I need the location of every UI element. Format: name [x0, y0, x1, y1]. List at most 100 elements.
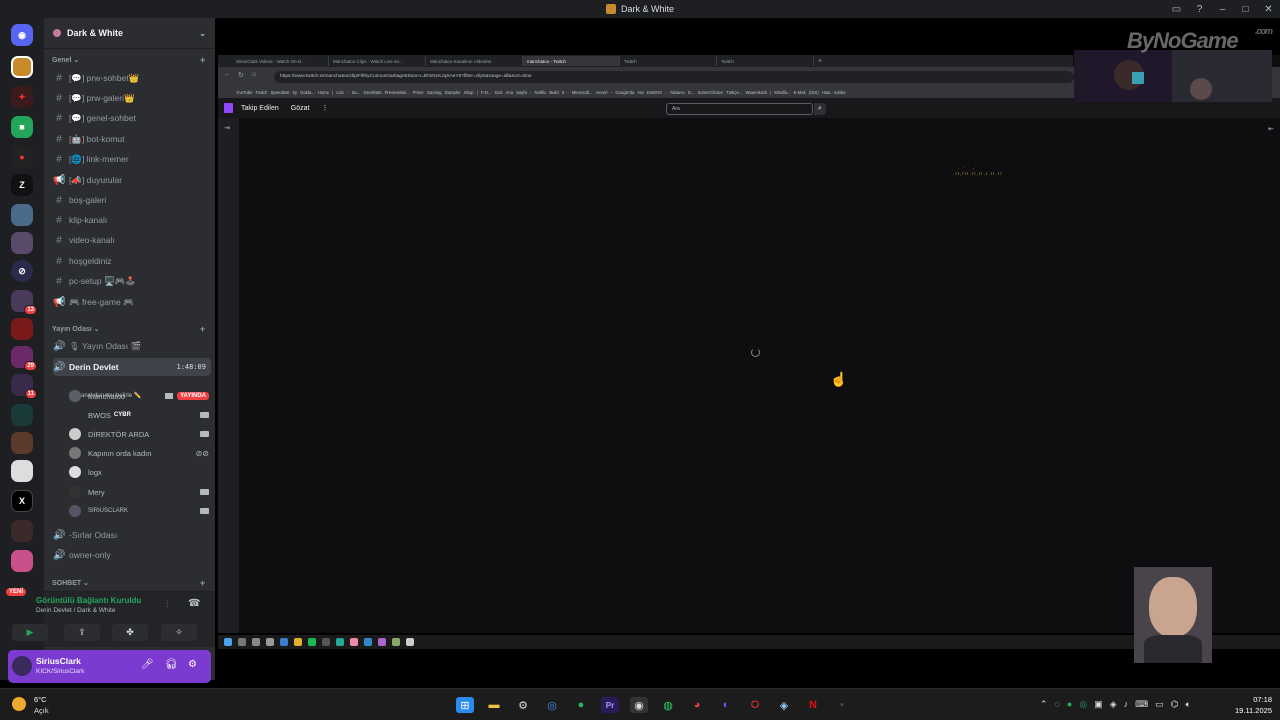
server-icon-12[interactable]: 11: [11, 374, 37, 399]
voice-user-logx[interactable]: logx: [69, 463, 209, 481]
server-icon-2[interactable]: ✦: [11, 86, 33, 108]
voice-channel-owner-only[interactable]: 🔊 owner-only: [53, 546, 211, 564]
x-icon[interactable]: X: [11, 490, 33, 512]
browser-tab[interactable]: Manchatoo Clips - Watch Live on...: [329, 56, 426, 66]
minimize-button[interactable]: –: [1211, 4, 1234, 15]
volume-icon[interactable]: 🔈︎: [1186, 699, 1191, 710]
discord-icon[interactable]: ◐: [717, 697, 735, 713]
close-button[interactable]: ✕: [1257, 4, 1280, 15]
whatsapp-icon[interactable]: ◍: [659, 697, 677, 713]
steam-tray-icon[interactable]: ◈: [1110, 699, 1117, 710]
opera-icon[interactable]: O: [746, 697, 764, 713]
channel-pc-setup[interactable]: # pc-setup 🖥️🎮🕹️: [53, 272, 211, 290]
server-icon-3[interactable]: ■: [11, 116, 33, 138]
server-icon-4[interactable]: ●: [11, 146, 33, 168]
server-icon-16[interactable]: [11, 520, 33, 542]
app-icon[interactable]: ▪: [833, 697, 851, 713]
settings-icon[interactable]: ⚙: [514, 697, 532, 713]
user-name[interactable]: SiriusClark: [36, 656, 81, 666]
server-header[interactable]: Dark & White ⌄: [44, 18, 215, 49]
twitch-logo-icon[interactable]: [224, 103, 233, 113]
channel-genel-sohbet[interactable]: # [💬] genel-sohbet: [53, 109, 211, 127]
browser-tab[interactable]: Twitch: [620, 56, 717, 66]
voice-user-manchatoo[interactable]: Manchatoo YAYINDA: [69, 387, 209, 405]
maximize-button[interactable]: □: [1234, 4, 1257, 15]
browser-tab[interactable]: SiriusClark Videos - Watch On-D...: [232, 56, 329, 66]
server-icon-11[interactable]: 29: [11, 346, 37, 371]
server-icon-7[interactable]: [11, 232, 33, 254]
chevron-up-icon[interactable]: ⌃: [1040, 699, 1048, 710]
spotify-tray-icon[interactable]: ●: [1067, 699, 1072, 710]
server-icon-17[interactable]: [11, 550, 33, 572]
voice-connected-subtitle[interactable]: Derin Devlet / Dark & White: [36, 607, 115, 614]
server-icon-13[interactable]: [11, 404, 33, 426]
netflix-icon[interactable]: N: [804, 697, 822, 713]
nav-browse[interactable]: Gözat: [291, 105, 310, 112]
steam-icon[interactable]: ◈: [775, 697, 793, 713]
search-icon[interactable]: ⌕: [814, 103, 826, 115]
voice-user-arda[interactable]: DİREKTÖR ARDA: [69, 425, 209, 443]
user-avatar[interactable]: [12, 656, 32, 676]
noise-suppression-icon[interactable]: ⫶: [166, 599, 168, 610]
windows-start-icon[interactable]: ⊞: [456, 697, 474, 713]
channel-bot-komut[interactable]: # [🤖] bot-komut: [53, 130, 211, 148]
inbox-icon[interactable]: ▭: [1165, 4, 1188, 15]
browser-tab[interactable]: Manchatoo Kanalının Videoları: [426, 56, 523, 66]
voice-connected-title[interactable]: Görüntülü Bağlantı Kuruldu: [36, 596, 141, 605]
app-icon[interactable]: ◎: [543, 697, 561, 713]
discord-home-icon[interactable]: ◉: [11, 24, 33, 46]
add-channel-icon[interactable]: +: [200, 578, 205, 588]
keyboard-icon[interactable]: ⌨: [1135, 699, 1148, 710]
twitch-search-input[interactable]: Ara: [666, 103, 813, 115]
chevron-down-icon[interactable]: ⌄: [199, 29, 206, 38]
add-channel-icon[interactable]: +: [200, 324, 205, 334]
category-yayin-odasi[interactable]: Yayın Odası ⌄ +: [52, 324, 205, 334]
microphone-icon[interactable]: 🎤︎: [141, 659, 154, 670]
voice-user-bwos[interactable]: BWOS CYBR: [69, 406, 209, 424]
browser-tab[interactable]: Twitch: [717, 56, 814, 66]
server-icon-15[interactable]: [11, 460, 33, 482]
channel-prw-sohbet[interactable]: # [💬] prw-sohbet👑: [53, 69, 211, 87]
soundboard-button[interactable]: ✧: [161, 624, 197, 641]
help-icon[interactable]: ?: [1188, 4, 1211, 15]
voice-channel-sirlar[interactable]: 🔊 -Sırlar Odası: [53, 526, 211, 544]
spotify-icon[interactable]: ●: [572, 697, 590, 713]
activity-button[interactable]: ✤: [112, 624, 148, 641]
network-icon[interactable]: ⌬: [1171, 699, 1179, 710]
home-icon[interactable]: ⌂: [252, 71, 256, 78]
channel-duyurular[interactable]: 📢 [📣] duyurular: [53, 171, 211, 189]
back-icon[interactable]: ←: [224, 71, 231, 78]
disconnect-icon[interactable]: ☎: [188, 598, 200, 609]
new-tab-icon[interactable]: +: [818, 58, 822, 65]
clock[interactable]: 07:18 19.11.2025: [1235, 694, 1272, 716]
add-channel-icon[interactable]: +: [200, 55, 205, 65]
collapse-chat-icon[interactable]: ⇤: [1268, 125, 1274, 133]
file-explorer-icon[interactable]: ▬: [485, 697, 503, 713]
tray-icon[interactable]: ◌: [1055, 699, 1060, 710]
premiere-icon[interactable]: Pr: [601, 697, 619, 713]
channel-link-memer[interactable]: # [🌐] link-memer: [53, 150, 211, 168]
category-genel[interactable]: Genel ⌄ +: [52, 55, 205, 65]
server-dark-white[interactable]: [11, 56, 33, 78]
nav-following[interactable]: Takip Edilen: [241, 105, 279, 112]
channel-klip-kanali[interactable]: # klip-kanalı: [53, 211, 211, 229]
channel-prw-galeri[interactable]: # [💬] prw-galeri👑: [53, 89, 211, 107]
server-icon-14[interactable]: [11, 432, 33, 454]
channel-bos-galeri[interactable]: # boş-galeri: [53, 191, 211, 209]
microphone-tray-icon[interactable]: ♪: [1124, 699, 1129, 710]
channel-hosgeldiniz[interactable]: # hoşgeldiniz: [53, 252, 211, 270]
more-icon[interactable]: ⋮: [321, 104, 328, 112]
server-icon-5[interactable]: Z: [11, 174, 33, 196]
server-icon-9[interactable]: 13: [11, 290, 37, 315]
camera-button[interactable]: ▶: [12, 624, 48, 641]
chrome-icon[interactable]: ◕: [688, 697, 706, 713]
voice-channel-derin-devlet[interactable]: 🔊 Derin Devlet 1:48:09: [53, 358, 211, 376]
channel-free-game[interactable]: 📢 🎮 free-game 🎮: [53, 293, 211, 311]
channel-video-kanali[interactable]: # video-kanalı: [53, 231, 211, 249]
screenshare-button[interactable]: ⇪: [64, 624, 100, 641]
tray-icon[interactable]: ▣: [1094, 699, 1103, 710]
voice-user-siriusclark[interactable]: SIRIUSCLARK: [69, 502, 209, 520]
browser-tab-active[interactable]: manchatoo - Twitch: [523, 56, 620, 66]
voice-channel-yayin-odasi[interactable]: 🔊 🎙 Yayın Odası 🎬: [53, 337, 211, 355]
reload-icon[interactable]: ↻: [238, 71, 244, 79]
